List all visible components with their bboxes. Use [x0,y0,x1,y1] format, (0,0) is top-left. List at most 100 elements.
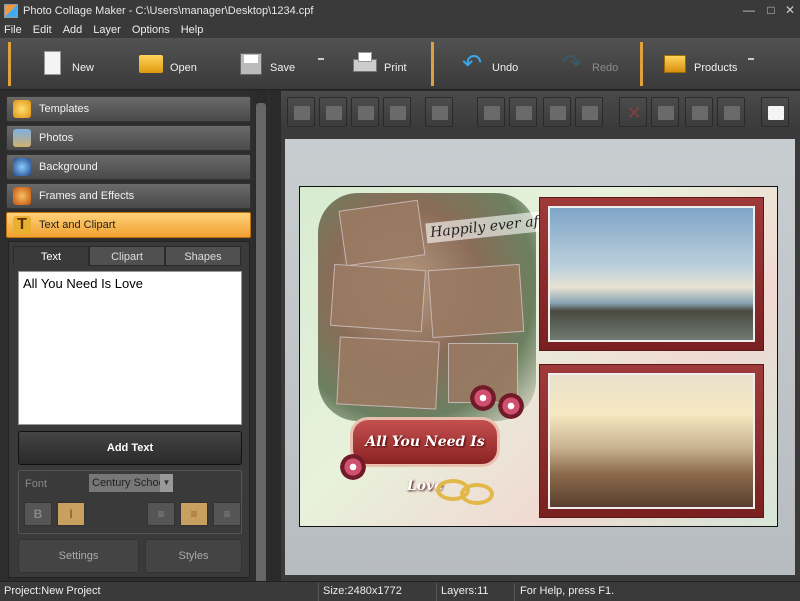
products-dropdown-icon[interactable] [748,58,754,60]
sidebar-item-background[interactable]: Background [6,154,251,180]
font-select[interactable]: Century Schoo ▼ [89,474,173,492]
flower-clipart[interactable] [338,452,368,482]
save-dropdown-icon[interactable] [318,58,324,60]
status-bar: Project:New Project Size:2480x1772 Layer… [0,581,800,601]
align-right-button[interactable]: ≡ [213,502,241,526]
add-text-button[interactable]: Add Text [18,431,242,465]
rotate-left-button[interactable] [477,97,505,127]
flower-clipart[interactable] [496,391,526,421]
printer-icon [352,49,378,79]
love-banner[interactable]: All You Need Is Love [350,417,500,494]
page-button[interactable] [761,97,789,127]
menu-options[interactable]: Options [132,24,170,36]
font-label: Font [25,478,48,490]
undo-arrow-icon: ↶ [462,50,483,77]
folder-icon [138,49,164,79]
tab-text[interactable]: Text [13,246,89,266]
status-divider [514,583,515,601]
flower-clipart[interactable] [468,383,498,413]
background-icon [13,158,31,176]
flip-horizontal-button[interactable] [543,97,571,127]
italic-button[interactable]: I [57,502,85,526]
wedding-beach-photo [548,373,755,509]
send-back-icon [390,106,406,120]
wedding-rings-clipart[interactable] [460,483,494,505]
main-toolbar: New Open Save Print ↶ Undo ↷ Redo Produc… [0,38,800,90]
sidebar-item-photos[interactable]: Photos [6,125,251,151]
bold-button[interactable]: B [24,502,52,526]
collage-page[interactable]: Happily ever aft All You Need Is Love [299,186,778,527]
undo-button[interactable]: ↶ Undo [460,44,518,84]
lock-button[interactable] [717,97,745,127]
bring-front-icon [294,106,310,120]
bring-forward-button[interactable] [319,97,347,127]
redo-button[interactable]: ↷ Redo [560,44,618,84]
sidebar-item-text-clipart[interactable]: T Text and Clipart [6,212,251,238]
collage-photo[interactable] [427,263,525,339]
sidebar-item-label: Photos [39,132,74,144]
products-button[interactable]: Products [662,44,737,84]
menu-help[interactable]: Help [181,24,204,36]
open-button[interactable]: Open [138,44,197,84]
star-icon [13,100,31,118]
align-button[interactable] [425,97,453,127]
collage-photo[interactable] [329,263,427,333]
status-project: Project:New Project [4,585,101,597]
new-document-icon [40,49,66,79]
new-button[interactable]: New [40,44,94,84]
photo-frame-bottom[interactable] [539,364,764,518]
menu-add[interactable]: Add [63,24,83,36]
align-left-button[interactable]: ≡ [147,502,175,526]
toolbar-divider [640,42,643,86]
bring-front-button[interactable] [287,97,315,127]
save-icon [238,49,264,79]
send-backward-button[interactable] [351,97,379,127]
align-center-button[interactable]: ≡ [180,502,208,526]
send-back-button[interactable] [383,97,411,127]
font-select-value: Century Schoo [92,477,165,489]
tab-shapes[interactable]: Shapes [165,246,241,266]
print-button[interactable]: Print [352,44,407,84]
save-button[interactable]: Save [238,44,295,84]
settings-button[interactable]: Settings [18,539,139,573]
sidebar-item-label: Templates [39,103,90,115]
status-size: Size:2480x1772 [323,585,402,597]
collage-photo[interactable] [338,199,426,267]
menu-layer[interactable]: Layer [93,24,121,36]
page-icon [768,106,784,120]
text-icon: T [13,216,31,234]
photo-frame-top[interactable] [539,197,764,351]
app-icon [4,4,18,18]
sidebar-item-frames[interactable]: Frames and Effects [6,183,251,209]
sidebar-item-label: Background [39,161,98,173]
palette-icon [13,187,31,205]
close-icon[interactable]: ✕ [779,2,800,18]
delete-button[interactable]: ✕ [619,97,647,127]
toolbar-divider [8,42,11,86]
delete-icon: ✕ [626,103,642,123]
menu-file[interactable]: File [4,24,22,36]
flip-vertical-button[interactable] [575,97,603,127]
redo-label: Redo [592,62,619,74]
text-input[interactable]: All You Need Is Love [18,271,242,425]
toolbar-divider [431,42,434,86]
styles-button[interactable]: Styles [145,539,242,573]
left-panel-scrollbar[interactable] [255,91,267,583]
tab-clipart[interactable]: Clipart [89,246,165,266]
settings-gear-button[interactable] [685,97,713,127]
open-label: Open [170,62,197,74]
scrollbar-thumb[interactable] [256,103,266,583]
canvas-area: ✕ Happily ever aft All You Need Is Love [281,91,800,581]
new-label: New [72,62,95,74]
sidebar-item-templates[interactable]: Templates [6,96,251,122]
crop-button[interactable] [651,97,679,127]
chevron-down-icon: ▼ [160,474,173,492]
rotate-right-button[interactable] [509,97,537,127]
collage-photo[interactable] [336,336,440,410]
minimize-icon[interactable]: — [738,2,760,18]
lock-icon [724,106,740,120]
menu-edit[interactable]: Edit [33,24,52,36]
text-panel: Text Clipart Shapes All You Need Is Love… [8,241,250,578]
crop-icon [658,106,674,120]
workspace: Happily ever aft All You Need Is Love [285,139,795,575]
